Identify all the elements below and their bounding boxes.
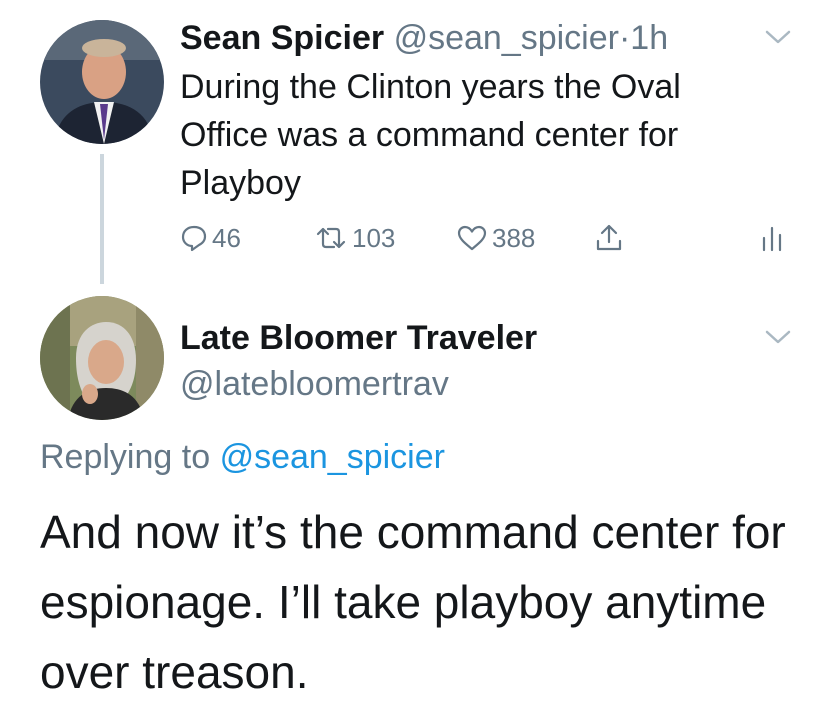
share-icon <box>594 223 624 253</box>
thread-connector-line <box>100 154 104 284</box>
analytics-button[interactable] <box>760 218 784 258</box>
author-name[interactable]: Sean Spicier <box>180 19 384 57</box>
share-button[interactable] <box>594 218 624 258</box>
replying-to-line: Replying to @sean_spicier <box>40 435 445 479</box>
mention-link[interactable]: @sean_spicier <box>220 438 445 476</box>
tweet-action-bar: 46 103 388 <box>180 218 800 258</box>
like-button[interactable]: 388 <box>456 218 535 258</box>
chevron-down-icon[interactable] <box>764 328 792 346</box>
parent-tweet-text: During the Clinton years the Oval Office… <box>180 68 681 202</box>
like-count: 388 <box>492 222 536 253</box>
reply-tweet-text: And now it’s the command center for espi… <box>40 506 786 698</box>
parent-tweet-header: Sean Spicier @sean_spicier·1h <box>180 16 668 60</box>
avatar[interactable] <box>40 296 164 420</box>
tweet-timestamp[interactable]: 1h <box>630 19 668 57</box>
author-handle[interactable]: @sean_spicier <box>394 19 619 57</box>
heart-icon <box>456 224 488 252</box>
avatar[interactable] <box>40 20 164 144</box>
bar-chart-icon <box>760 224 784 252</box>
retweet-button[interactable]: 103 <box>314 218 395 258</box>
reply-button[interactable]: 46 <box>180 218 241 258</box>
retweet-count: 103 <box>352 222 396 253</box>
separator-dot: · <box>618 19 631 57</box>
tweet-thread: Sean Spicier @sean_spicier·1h During the… <box>0 0 828 707</box>
replying-to-label: Replying to <box>40 438 211 476</box>
author-name[interactable]: Late Bloomer Traveler <box>180 316 537 360</box>
chevron-down-icon[interactable] <box>764 28 792 46</box>
author-handle[interactable]: @latebloomertrav <box>180 362 449 406</box>
retweet-icon <box>314 224 348 252</box>
speech-bubble-icon <box>180 224 208 252</box>
reply-count: 46 <box>212 222 241 253</box>
